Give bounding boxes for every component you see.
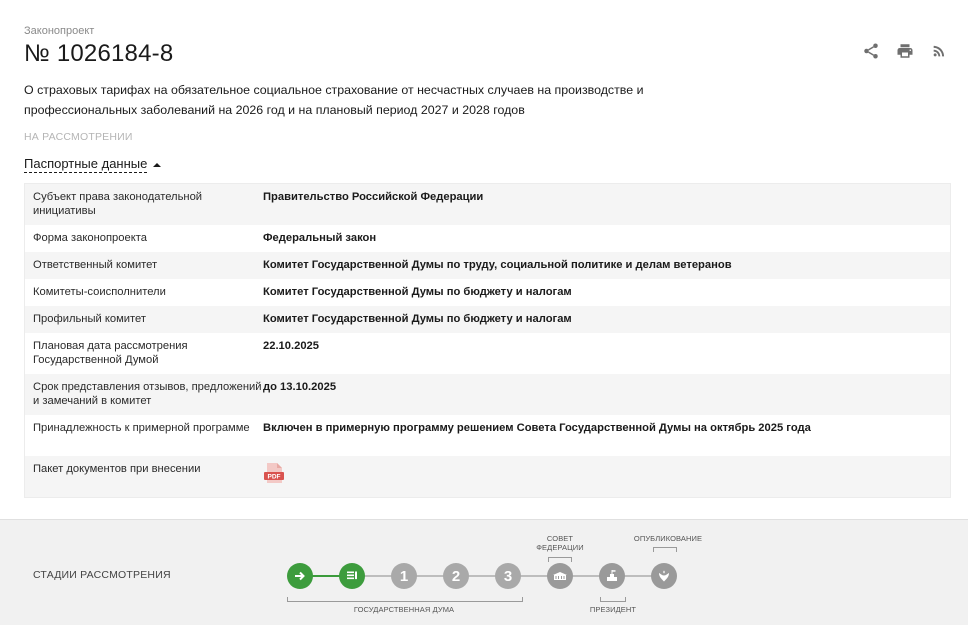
bracket-federation-council	[548, 557, 572, 562]
stage-second-reading-node[interactable]: 2	[443, 563, 469, 589]
stages-label: СТАДИИ РАССМОТРЕНИЯ	[33, 569, 171, 581]
stage-introduction-node[interactable]	[287, 563, 313, 589]
row-label: Принадлежность к примерной программе	[33, 422, 250, 434]
bracket-publication	[653, 547, 677, 552]
row-value: Правительство Российской Федерации	[263, 191, 484, 203]
row-value: Комитет Государственной Думы по труду, с…	[263, 259, 732, 271]
row-label: Ответственный комитет	[33, 259, 158, 271]
share-icon[interactable]	[862, 42, 880, 60]
stage-third-reading-node[interactable]: 3	[495, 563, 521, 589]
row-label: Субъект права законодательной инициативы	[33, 191, 203, 217]
row-label: Пакет документов при внесении	[33, 463, 201, 475]
bill-title: О страховых тарифах на обязательное соци…	[24, 83, 644, 117]
caption-federation-council: СОВЕТ ФЕДЕРАЦИИ	[536, 534, 584, 552]
rss-icon[interactable]	[930, 42, 948, 60]
row-value: до 13.10.2025	[263, 381, 337, 393]
stage-president-node[interactable]	[599, 563, 625, 589]
row-label: Срок представления отзывов, предложений …	[33, 381, 262, 407]
bill-number: № 1026184-8	[24, 40, 174, 67]
row-label: Профильный комитет	[33, 313, 147, 325]
status-badge: НА РАССМОТРЕНИИ	[24, 131, 133, 143]
row-value: Комитет Государственной Думы по бюджету …	[263, 286, 572, 298]
stage-preliminary-node[interactable]	[339, 563, 365, 589]
passport-toggle[interactable]: Паспортные данные	[24, 156, 162, 173]
row-value: PDF	[263, 462, 942, 492]
table-row: Пакет документов при внесении PDF	[25, 456, 950, 497]
bill-type-label: Законопроект	[24, 25, 95, 37]
table-row: Форма законопроекта Федеральный закон	[25, 225, 950, 252]
pdf-icon[interactable]: PDF	[263, 462, 285, 488]
row-label: Комитеты-соисполнители	[33, 286, 166, 298]
table-row: Срок представления отзывов, предложений …	[25, 374, 950, 415]
row-value: Включен в примерную программу решением С…	[263, 422, 811, 434]
row-value: Федеральный закон	[263, 232, 377, 244]
stage-federation-council-node[interactable]	[547, 563, 573, 589]
pdf-icon-text: PDF	[268, 473, 281, 480]
bracket-president	[600, 597, 626, 602]
table-row: Принадлежность к примерной программе Вкл…	[25, 415, 950, 456]
caption-publication: ОПУБЛИКОВАНИЕ	[633, 534, 703, 543]
table-row: Профильный комитет Комитет Государственн…	[25, 306, 950, 333]
caret-up-icon	[153, 162, 162, 167]
print-icon[interactable]	[896, 42, 914, 60]
table-row: Комитеты-соисполнители Комитет Государст…	[25, 279, 950, 306]
row-value: 22.10.2025	[263, 340, 319, 352]
stage-first-reading-node[interactable]: 1	[391, 563, 417, 589]
row-value: Комитет Государственной Думы по бюджету …	[263, 313, 572, 325]
caption-state-duma: ГОСУДАРСТВЕННАЯ ДУМА	[353, 605, 455, 614]
bracket-state-duma	[287, 597, 523, 602]
stages-bar: СТАДИИ РАССМОТРЕНИЯ 1 2 3 СОВЕТ ФЕДЕРАЦИ…	[0, 519, 968, 625]
passport-toggle-label: Паспортные данные	[24, 156, 148, 173]
action-icons	[862, 42, 948, 60]
table-row: Субъект права законодательной инициативы…	[25, 184, 950, 225]
table-row: Ответственный комитет Комитет Государств…	[25, 252, 950, 279]
row-label: Форма законопроекта	[33, 232, 147, 244]
caption-president: ПРЕЗИДЕНТ	[589, 605, 637, 614]
table-row: Плановая дата рассмотрения Государственн…	[25, 333, 950, 374]
passport-table: Субъект права законодательной инициативы…	[24, 183, 951, 498]
row-label: Плановая дата рассмотрения Государственн…	[33, 340, 188, 366]
stage-publication-node[interactable]	[651, 563, 677, 589]
bill-page: Законопроект № 1026184-8 О страховых тар…	[0, 0, 968, 625]
